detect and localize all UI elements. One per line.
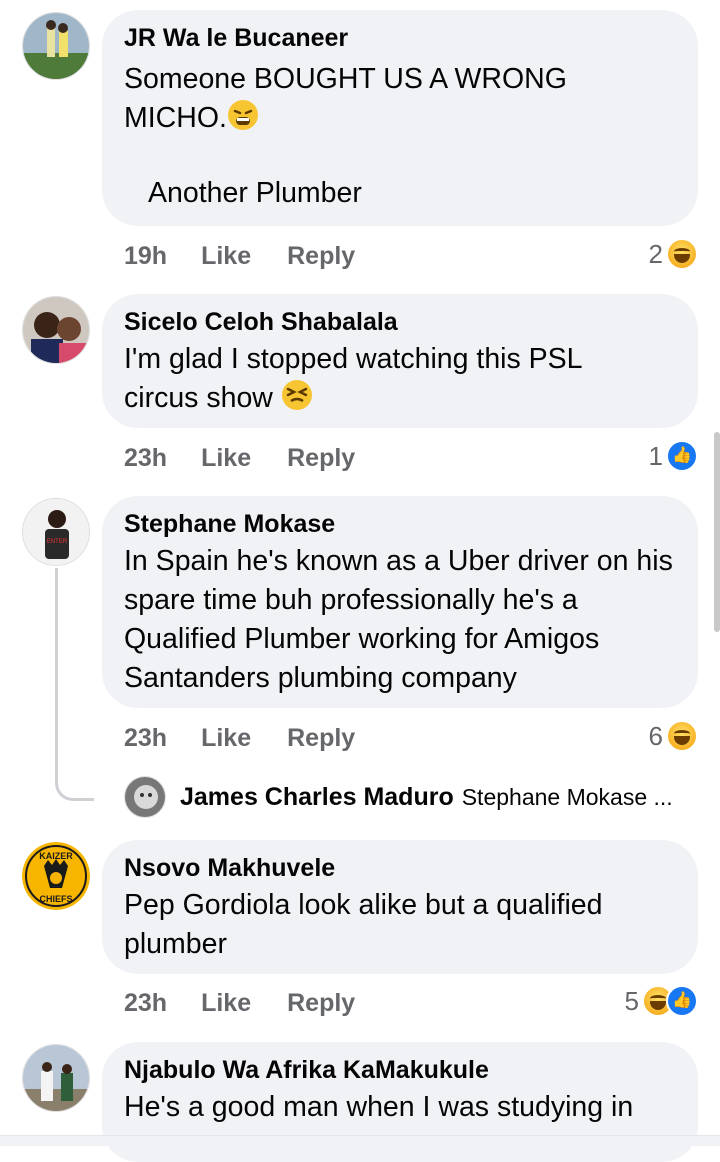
- reaction-summary[interactable]: 2: [649, 234, 698, 274]
- thread-connector: [55, 568, 94, 801]
- comment-bubble[interactable]: Sicelo Celoh Shabalala I'm glad I stoppe…: [102, 294, 698, 428]
- comment-text: I'm glad I stopped watching this PSL cir…: [124, 343, 590, 414]
- reply-author[interactable]: James Charles Maduro: [180, 783, 454, 812]
- comment-text: He's a good man when I was studying in: [124, 1091, 634, 1123]
- comment-time[interactable]: 23h: [124, 444, 167, 473]
- haha-icon: [666, 238, 698, 270]
- like-button[interactable]: Like: [201, 724, 251, 753]
- like-icon: 👍: [666, 985, 698, 1017]
- scrollbar[interactable]: [714, 432, 720, 632]
- reply-preview[interactable]: James Charles Maduro Stephane Mokase ...: [124, 774, 673, 820]
- comment-author[interactable]: JR Wa le Bucaneer: [124, 22, 676, 54]
- like-button[interactable]: Like: [201, 989, 251, 1018]
- bottom-bar: [0, 1135, 720, 1146]
- avatar[interactable]: [22, 12, 90, 80]
- reply-text: Stephane Mokase ...: [461, 783, 673, 810]
- haha-icon: [666, 720, 698, 752]
- like-button[interactable]: Like: [201, 242, 251, 271]
- tired-face-emoji-icon: [227, 100, 258, 130]
- reaction-count: 1: [648, 440, 663, 471]
- squinting-face-emoji-icon: [281, 380, 312, 410]
- kaizer-chiefs-logo: KAIZER CHIEFS: [22, 842, 90, 910]
- avatar[interactable]: [22, 296, 90, 364]
- reaction-summary[interactable]: 6: [649, 716, 698, 756]
- comment-author[interactable]: Nsovo Makhuvele: [124, 852, 676, 884]
- reaction-count: 6: [648, 720, 663, 751]
- comment-bubble[interactable]: Nsovo Makhuvele Pep Gordiola look alike …: [102, 840, 698, 974]
- comment-actions: 23h Like Reply: [124, 438, 355, 478]
- comment-text-line: Another Plumber: [148, 177, 362, 209]
- comment-author[interactable]: Njabulo Wa Afrika KaMakukule: [124, 1054, 676, 1086]
- reaction-summary[interactable]: 5 👍: [625, 981, 698, 1021]
- comment-actions: 19h Like Reply: [124, 236, 355, 276]
- comment-time[interactable]: 19h: [124, 242, 167, 271]
- reply-button[interactable]: Reply: [287, 989, 355, 1018]
- comment-author[interactable]: Sicelo Celoh Shabalala: [124, 306, 676, 338]
- comment-bubble[interactable]: JR Wa le Bucaneer Someone BOUGHT US A WR…: [102, 10, 698, 226]
- comment-text: Pep Gordiola look alike but a qualified …: [124, 889, 611, 960]
- avatar[interactable]: [22, 1044, 90, 1112]
- svg-text:ENTER: ENTER: [47, 539, 68, 545]
- comment-time[interactable]: 23h: [124, 724, 167, 753]
- comment-text: In Spain he's known as a Uber driver on …: [124, 545, 681, 694]
- reaction-count: 2: [648, 238, 663, 269]
- comment-text: Someone BOUGHT US A WRONG MICHO.: [124, 63, 575, 134]
- comment-time[interactable]: 23h: [124, 989, 167, 1018]
- avatar[interactable]: ENTER: [22, 498, 90, 566]
- reaction-count: 5: [624, 985, 639, 1016]
- avatar[interactable]: KAIZER CHIEFS: [22, 842, 90, 910]
- svg-text:CHIEFS: CHIEFS: [39, 894, 72, 904]
- comment-bubble[interactable]: Stephane Mokase In Spain he's known as a…: [102, 496, 698, 708]
- comment-actions: 23h Like Reply: [124, 983, 355, 1023]
- reply-button[interactable]: Reply: [287, 242, 355, 271]
- reply-button[interactable]: Reply: [287, 444, 355, 473]
- like-icon: 👍: [666, 440, 698, 472]
- reaction-summary[interactable]: 1 👍: [649, 436, 698, 476]
- comment-actions: 23h Like Reply: [124, 718, 355, 758]
- avatar[interactable]: [124, 776, 166, 818]
- svg-text:KAIZER: KAIZER: [39, 851, 73, 861]
- comment-author[interactable]: Stephane Mokase: [124, 508, 676, 540]
- like-button[interactable]: Like: [201, 444, 251, 473]
- reply-button[interactable]: Reply: [287, 724, 355, 753]
